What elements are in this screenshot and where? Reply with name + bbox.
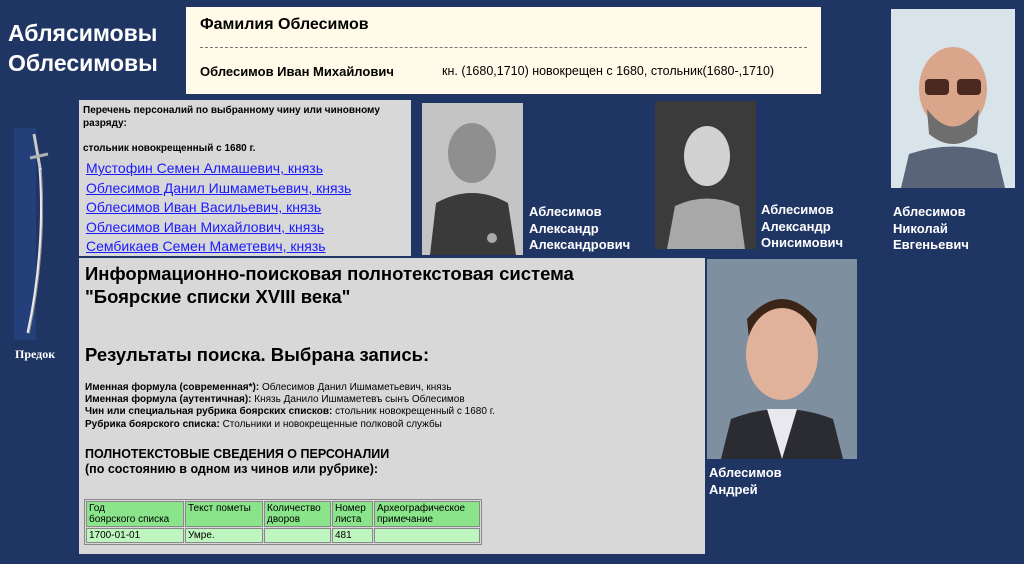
portrait-image: [891, 9, 1015, 188]
portrait-image: [422, 103, 523, 255]
personalia-links: Мустофин Семен Алмашевич, князь Облесимо…: [86, 159, 351, 257]
fulltext-heading: ПОЛНОТЕКСТОВЫЕ СВЕДЕНИЯ О ПЕРСОНАЛИИ (по…: [85, 447, 390, 476]
record-field: Рубрика боярского списка: Стольники и но…: [85, 418, 442, 430]
table-cell: 1700-01-01: [86, 528, 184, 543]
sabre-icon: [26, 133, 49, 335]
family-box: Фамилия Облесимов Облесимов Иван Михайло…: [186, 7, 821, 94]
record-field: Именная формула (аутентичная): Князь Дан…: [85, 394, 465, 406]
ancestor-label: Предок: [15, 347, 56, 361]
portrait-image: [655, 101, 756, 249]
table-cell: [264, 528, 331, 543]
personalia-link[interactable]: Облесимов Иван Васильевич, князь: [86, 198, 351, 218]
personalia-link[interactable]: Мустофин Семен Алмашевич, князь: [86, 159, 351, 179]
results-heading: Результаты поиска. Выбрана запись:: [85, 344, 430, 365]
table-header-cell: Номер листа: [332, 501, 373, 527]
table-header-row: Год боярского списка Текст пометы Количес…: [86, 501, 480, 527]
system-title: Информационно-поисковая полнотекстовая с…: [85, 263, 574, 307]
portrait-caption-4: Аблесимов Андрей: [709, 465, 782, 497]
table-header-cell: Археографическое примечание: [374, 501, 480, 527]
portrait-photo-3[interactable]: [891, 9, 1015, 188]
personalia-link[interactable]: Облесимов Данил Ишмаметьевич, князь: [86, 179, 351, 199]
portrait-caption-1: Аблесимов Александр Александрович: [529, 204, 631, 252]
portrait-photo-2[interactable]: [655, 101, 756, 249]
family-heading: Фамилия Облесимов: [200, 16, 369, 33]
personalia-link[interactable]: Сембикаев Семен Маметевич, князь: [86, 237, 351, 257]
personalia-link[interactable]: Облесимов Иван Михайлович, князь: [86, 218, 351, 238]
site-title-line2: Облесимовы: [8, 50, 158, 76]
portrait-image: [707, 259, 857, 459]
table-cell: 481: [332, 528, 373, 543]
table-header-cell: Количество дворов: [264, 501, 331, 527]
family-person-description: кн. (1680,1710) новокрещен с 1680, столь…: [442, 64, 775, 78]
portrait-caption-2: Аблесимов Александр Онисимович: [761, 202, 844, 250]
record-field: Чин или специальная рубрика боярских спи…: [85, 406, 495, 418]
portrait-caption-3: Аблесимов Николай Евгеньевич: [893, 204, 969, 252]
table-cell: Умре.: [185, 528, 263, 543]
list-rank: стольник новокрещенный с 1680 г.: [83, 143, 256, 154]
search-result-panel: Информационно-поисковая полнотекстовая с…: [79, 258, 705, 554]
record-fields: Именная формула (современная*): Облесимо…: [85, 382, 495, 431]
family-person-name: Облесимов Иван Михайлович: [200, 64, 394, 79]
family-divider: [200, 47, 807, 48]
record-field: Именная формула (современная*): Облесимо…: [85, 382, 452, 393]
table-header-cell: Текст пометы: [185, 501, 263, 527]
table-header-cell: Год боярского списка: [86, 501, 184, 527]
list-intro: Перечень персоналий по выбранному чину и…: [83, 105, 380, 129]
site-title-line1: Аблясимовы: [8, 20, 158, 46]
table-row: 1700-01-01 Умре. 481: [86, 528, 480, 543]
portrait-photo-1[interactable]: [422, 103, 523, 255]
records-table: Год боярского списка Текст пометы Количес…: [84, 499, 482, 545]
table-cell: [374, 528, 480, 543]
site-title: Аблясимовы Облесимовы: [8, 18, 158, 78]
ancestor-image[interactable]: [14, 128, 49, 340]
portrait-photo-4[interactable]: [707, 259, 857, 459]
personalia-list-panel: Перечень персоналий по выбранному чину и…: [79, 100, 411, 256]
